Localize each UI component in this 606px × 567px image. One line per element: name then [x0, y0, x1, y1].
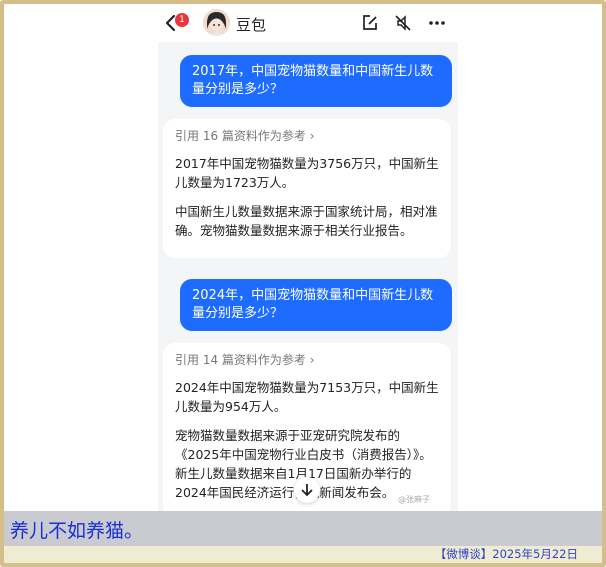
assistant-message: 引用 16 篇资料作为参考 › 2017年中国宠物猫数量为3756万只，中国新生… — [163, 119, 451, 258]
footer-source: 【微博谈】2025年5月22日 — [4, 546, 602, 563]
chat-title: 豆包 — [236, 16, 267, 34]
avatar[interactable] — [203, 9, 230, 36]
edit-icon[interactable] — [361, 14, 379, 32]
user-message[interactable]: 2017年，中国宠物猫数量和中国新生儿数量分别是多少？ — [180, 55, 452, 107]
arrow-down-icon — [301, 484, 313, 497]
caption: 养儿不如养猫。 — [4, 511, 602, 546]
answer-paragraph: 中国新生儿数量数据来源于国家统计局，相对准确。宠物猫数量数据来源于相关行业报告。 — [175, 204, 438, 238]
reference-link[interactable]: 引用 14 篇资料作为参考 › — [175, 351, 439, 370]
user-message[interactable]: 2024年，中国宠物猫数量和中国新生儿数量分别是多少？ — [180, 279, 452, 331]
unread-badge: 1 — [175, 13, 189, 27]
chevron-right-icon: › — [309, 129, 315, 143]
answer-paragraph: 2017年中国宠物猫数量为3756万只，中国新生儿数量为1723万人。 — [175, 156, 439, 190]
more-icon[interactable] — [428, 14, 446, 32]
content-area: 1 豆包 2017年，中国宠物猫数量和中国新生儿数量分别是多少？ 引用 16 篇… — [4, 4, 602, 563]
user-message-text: 2017年，中国宠物猫数量和中国新生儿数量分别是多少？ — [192, 64, 434, 97]
reference-link[interactable]: 引用 16 篇资料作为参考 › — [175, 127, 439, 146]
reference-label: 引用 16 篇资料作为参考 — [175, 129, 306, 143]
answer-paragraph: 2024年中国宠物猫数量为7153万只，中国新生儿数量为954万人。 — [175, 380, 439, 414]
chevron-right-icon: › — [309, 353, 315, 367]
reference-label: 引用 14 篇资料作为参考 — [175, 353, 306, 367]
mute-icon[interactable] — [394, 14, 412, 32]
outer-frame: 1 豆包 2017年，中国宠物猫数量和中国新生儿数量分别是多少？ 引用 16 篇… — [0, 0, 606, 567]
watermark: @张麻子 — [398, 495, 430, 504]
scroll-down-button[interactable] — [294, 477, 320, 503]
user-message-text: 2024年，中国宠物猫数量和中国新生儿数量分别是多少？ — [192, 288, 434, 321]
chat-screen: 1 豆包 2017年，中国宠物猫数量和中国新生儿数量分别是多少？ 引用 16 篇… — [158, 4, 458, 514]
top-bar: 1 豆包 — [158, 4, 458, 42]
